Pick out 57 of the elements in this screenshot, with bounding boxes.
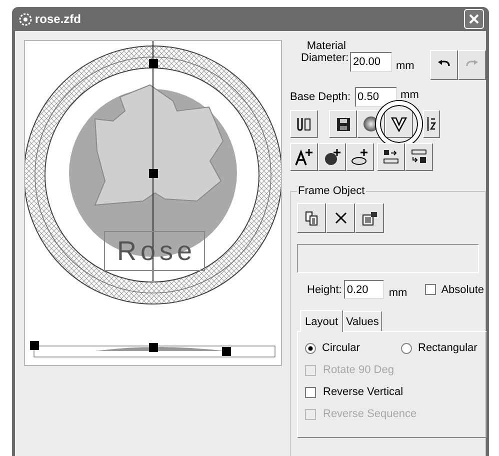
bracket-icon — [296, 116, 312, 132]
radio-label: Circular — [322, 342, 360, 354]
delete-button[interactable] — [326, 203, 355, 233]
tab[interactable]: Layout — [300, 310, 344, 332]
text-field[interactable] — [297, 244, 479, 273]
drag-handle[interactable] — [149, 343, 158, 352]
convert-from-text-icon — [411, 149, 427, 165]
base-depth-field[interactable]: 0.50 — [354, 87, 397, 107]
letter-plus-icon — [295, 148, 313, 166]
tool-button[interactable] — [385, 110, 413, 138]
flower-icon — [19, 12, 32, 26]
slice-icon — [426, 116, 436, 132]
checkbox-label: Reverse Sequence — [323, 408, 417, 420]
height-field[interactable]: 0.20 — [344, 280, 384, 299]
radio-button[interactable] — [401, 342, 412, 354]
save-icon — [336, 118, 350, 130]
blob-plus-icon — [323, 148, 341, 166]
material-diameter-field[interactable]: 20.00 — [350, 52, 392, 72]
tool-button[interactable] — [377, 143, 405, 171]
tool-button[interactable] — [290, 110, 318, 138]
checkbox[interactable] — [425, 284, 436, 295]
drag-handle[interactable] — [149, 59, 158, 68]
tool-button[interactable] — [346, 143, 374, 171]
window-title: rose.zfd — [35, 12, 82, 26]
unit-label: mm — [396, 60, 414, 72]
drag-handle[interactable] — [222, 347, 231, 356]
properties-button[interactable] — [355, 203, 384, 233]
unit-label: mm — [400, 89, 419, 101]
radio-button[interactable] — [305, 342, 316, 354]
checkbox-label: Reverse Vertical — [323, 386, 404, 398]
tab[interactable]: Values — [343, 311, 382, 331]
tool-button[interactable] — [329, 110, 357, 138]
copy-button[interactable] — [297, 203, 326, 233]
checkbox-label: Absolute — [441, 284, 484, 296]
checkbox[interactable] — [305, 386, 316, 398]
convert-to-text-icon — [383, 149, 399, 165]
tool-button[interactable] — [318, 143, 346, 171]
properties-icon — [362, 210, 378, 226]
base-depth-label: Base Depth: — [290, 91, 351, 103]
undo-button[interactable] — [430, 50, 458, 80]
group-title: Frame Object — [297, 185, 366, 197]
cross-icon — [334, 212, 346, 224]
dish-plus-icon — [351, 148, 369, 166]
tool-button[interactable] — [423, 110, 440, 138]
material-diameter-label: Material Diameter: — [301, 40, 346, 64]
tool-button[interactable] — [405, 143, 433, 171]
copy-icon — [304, 210, 318, 226]
checkbox-label: Rotate 90 Deg — [323, 364, 394, 376]
v-groove-icon — [391, 116, 407, 132]
tool-button[interactable] — [290, 143, 318, 171]
unit-label: mm — [388, 287, 408, 299]
drag-handle[interactable] — [149, 169, 158, 178]
close-button[interactable] — [464, 9, 484, 29]
radio-label: Rectangular — [418, 342, 478, 354]
close-icon — [468, 13, 480, 25]
height-label: Height: — [307, 284, 342, 296]
drag-handle[interactable] — [30, 341, 39, 350]
